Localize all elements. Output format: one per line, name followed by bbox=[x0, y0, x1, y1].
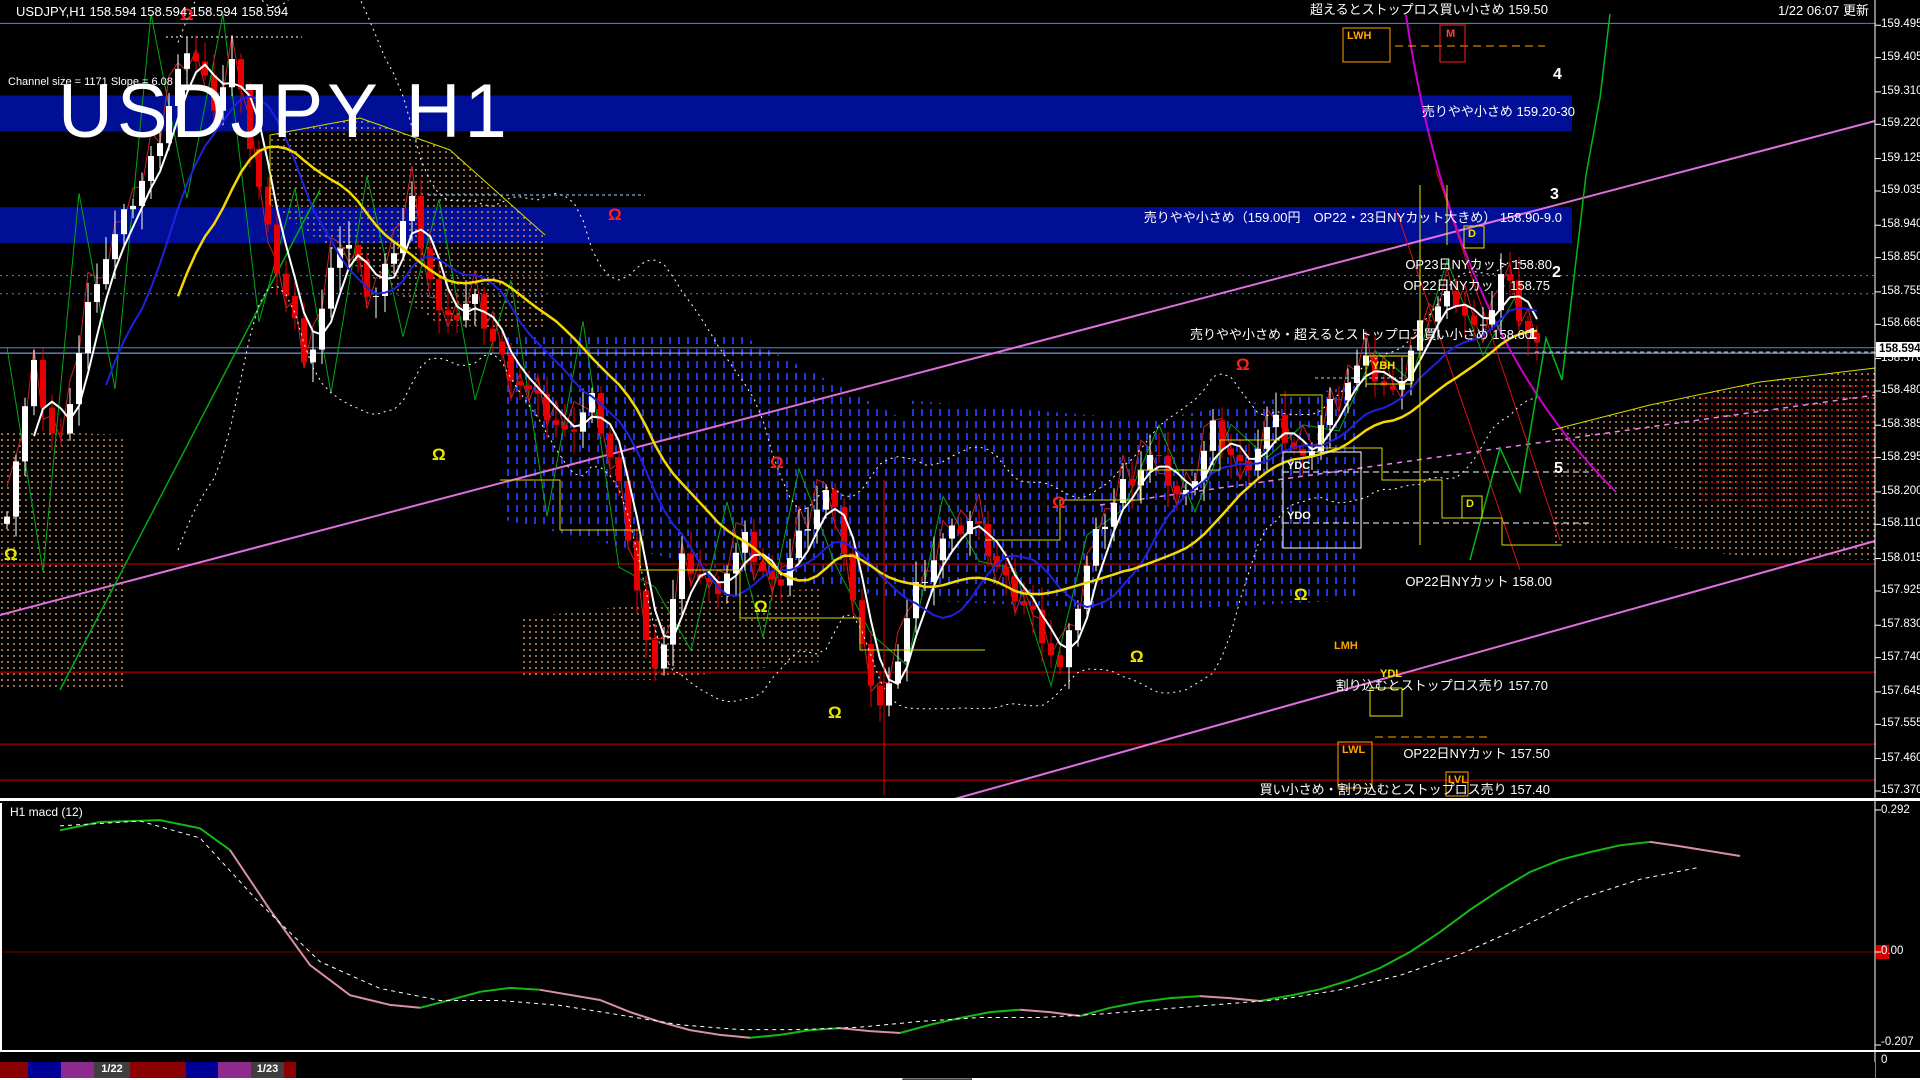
current-price-box: 158.594 bbox=[1876, 341, 1920, 357]
price-annotation: OP22日NYカット 158.75 bbox=[1403, 278, 1550, 293]
session-segment bbox=[218, 1062, 251, 1078]
session-color-bar: 1/22 1/23 bbox=[0, 1062, 1875, 1078]
ichimoku-clouds bbox=[0, 118, 1875, 690]
price-axis-label[interactable]: 159.220 bbox=[1881, 117, 1920, 130]
omega-marker-icon: Ω bbox=[4, 545, 18, 564]
price-axis-label[interactable]: 159.035 bbox=[1881, 184, 1920, 197]
indicator-tag: M bbox=[1446, 28, 1456, 40]
update-timestamp: 1/22 06:07 更新 bbox=[1777, 3, 1869, 18]
session-segment bbox=[61, 1062, 94, 1078]
price-axis-label[interactable]: 158.110 bbox=[1881, 517, 1920, 530]
price-axis-label[interactable]: 158.295 bbox=[1881, 451, 1920, 464]
price-annotation: 売りやや小さめ（159.00円 OP22・23日NYカット大きめ） 158.90… bbox=[1143, 210, 1562, 225]
omega-marker-icon: Ω bbox=[1052, 493, 1066, 512]
price-axis-label[interactable]: 157.370 bbox=[1881, 784, 1920, 797]
omega-marker-icon: Ω bbox=[828, 703, 842, 722]
price-axis-label[interactable]: 159.495 bbox=[1881, 18, 1920, 31]
price-axis-label[interactable]: 158.385 bbox=[1881, 418, 1920, 431]
wave-number-label: 5 bbox=[1554, 460, 1563, 477]
omega-marker-icon: Ω bbox=[1236, 355, 1250, 374]
price-annotation: OP23日NYカット 158.80 bbox=[1405, 257, 1552, 272]
macd-pane-label: H1 macd (12) bbox=[10, 805, 83, 819]
session-segment bbox=[186, 1062, 218, 1078]
chart-window: 159.495 159.405 159.310 159.220 159.125 159.0… bbox=[0, 0, 1920, 1080]
price-axis-label[interactable]: 159.405 bbox=[1881, 51, 1920, 64]
indicator-tag: LWH bbox=[1347, 30, 1372, 42]
price-axis-label[interactable]: 158.015 bbox=[1881, 552, 1920, 565]
session-segment bbox=[130, 1062, 186, 1078]
price-annotation: 売りやや小さめ・超えるとストップロス買い小さめ 158.60 bbox=[1190, 327, 1532, 342]
indicator-tag: LVL bbox=[1448, 774, 1468, 786]
indicator-tag: YBH bbox=[1372, 360, 1396, 372]
price-annotation: OP22日NYカット 158.00 bbox=[1405, 574, 1552, 589]
price-axis-label[interactable]: 157.555 bbox=[1881, 717, 1920, 730]
omega-marker-icon: Ω bbox=[1294, 585, 1308, 604]
price-axis-label[interactable]: 157.925 bbox=[1881, 584, 1920, 597]
price-annotation: 超えるとストップロス買い小さめ 159.50 bbox=[1310, 2, 1548, 17]
macd-axis-top: 0.292 bbox=[1881, 804, 1910, 816]
sub-axis-zero: 0 bbox=[1881, 1054, 1888, 1066]
price-axis-label[interactable]: 157.645 bbox=[1881, 685, 1920, 698]
omega-marker-icon: Ω bbox=[754, 597, 768, 616]
session-date-label: 1/23 bbox=[256, 1063, 279, 1075]
wave-number-label: 3 bbox=[1550, 186, 1559, 203]
indicator-tag: YDO bbox=[1287, 510, 1311, 522]
indicator-tag: YDC bbox=[1287, 460, 1311, 472]
session-date-segment: 1/23 bbox=[251, 1062, 284, 1078]
indicator-tag: YDL bbox=[1380, 668, 1402, 680]
macd-axis-zero: 0.00 bbox=[1881, 945, 1904, 957]
omega-marker-icon: Ω bbox=[1130, 647, 1144, 666]
price-axis-label[interactable]: 157.460 bbox=[1881, 752, 1920, 765]
omega-marker-icon: Ω bbox=[432, 445, 446, 464]
price-axis-label[interactable]: 158.850 bbox=[1881, 251, 1920, 264]
wave-number-label: 4 bbox=[1553, 66, 1562, 83]
indicator-tag: D bbox=[1466, 498, 1474, 510]
price-axis-label[interactable]: 159.310 bbox=[1881, 85, 1920, 98]
price-axis-label[interactable]: 158.665 bbox=[1881, 317, 1920, 330]
macd-axis-bottom: -0.207 bbox=[1881, 1036, 1914, 1048]
price-annotation: OP22日NYカット 157.50 bbox=[1403, 746, 1550, 761]
price-annotation: 売りやや小さめ 159.20-30 bbox=[1421, 104, 1575, 119]
chart-canvas[interactable] bbox=[0, 0, 1920, 1080]
indicator-tag: LMH bbox=[1334, 640, 1358, 652]
price-axis-label[interactable]: 157.830 bbox=[1881, 618, 1920, 631]
session-segment bbox=[28, 1062, 61, 1078]
price-axis-label[interactable]: 158.200 bbox=[1881, 485, 1920, 498]
omega-marker-icon: Ω bbox=[608, 205, 622, 224]
macd-plot bbox=[0, 819, 1889, 1039]
price-axis-label[interactable]: 158.940 bbox=[1881, 218, 1920, 231]
wave-number-label: 2 bbox=[1552, 264, 1561, 281]
session-segment bbox=[0, 1062, 28, 1078]
price-annotation: 買い小さめ・割り込むとストップロス売り 157.40 bbox=[1259, 782, 1550, 797]
symbol-title: USDJPY,H1 158.594 158.594 158.594 158.59… bbox=[16, 4, 289, 19]
price-axis-label[interactable]: 159.125 bbox=[1881, 152, 1920, 165]
indicator-tag: D bbox=[1468, 228, 1476, 240]
session-date-segment: 1/22 bbox=[94, 1062, 130, 1078]
price-axis-label[interactable]: 158.480 bbox=[1881, 384, 1920, 397]
wave-number-label: 1 bbox=[1528, 326, 1537, 343]
price-axis-label[interactable]: 158.755 bbox=[1881, 285, 1920, 298]
channel-info: Channel size = 1171 Slope = 6.08 bbox=[8, 76, 173, 88]
session-date-label: 1/22 bbox=[101, 1063, 123, 1075]
price-axis-label[interactable]: 157.740 bbox=[1881, 651, 1920, 664]
indicator-tag: LWL bbox=[1342, 744, 1366, 756]
price-annotation: 割り込むとストップロス売り 157.70 bbox=[1335, 678, 1548, 693]
omega-marker-icon: Ω bbox=[770, 453, 784, 472]
session-segment bbox=[284, 1062, 296, 1078]
